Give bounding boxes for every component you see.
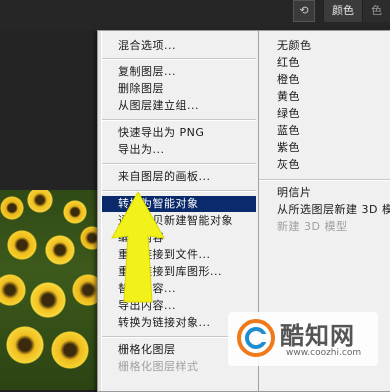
menu-item-group-from-layers[interactable]: 从图层建立组...	[102, 98, 256, 114]
watermark-name: 酷知网	[280, 322, 355, 350]
rotate-icon[interactable]: ⟲	[293, 0, 315, 22]
menu-item-orange[interactable]: 橙色	[259, 72, 390, 88]
coozhi-logo-icon	[237, 319, 275, 357]
tab-color[interactable]: 颜色	[323, 0, 362, 22]
menu-item-new-3d-from-layer[interactable]: 从所选图层新建 3D 模	[259, 202, 390, 218]
menu-item-blue[interactable]: 蓝色	[259, 123, 390, 139]
menu-item-green[interactable]: 绿色	[259, 106, 390, 122]
menu-separator	[102, 58, 256, 60]
panel-tabs: ⟲ 颜色 色	[293, 0, 390, 22]
menu-item-no-color[interactable]: 无颜色	[259, 38, 390, 54]
photoshop-top-bar: ⟲ 颜色 色	[0, 0, 390, 30]
menu-item-yellow[interactable]: 黄色	[259, 89, 390, 105]
menu-item-export-as[interactable]: 导出为...	[102, 142, 256, 158]
menu-item-delete-layer[interactable]: 删除图层	[102, 81, 256, 97]
sunflower-image	[0, 190, 104, 390]
tab-swatches[interactable]: 色	[362, 0, 390, 22]
menu-separator	[102, 163, 256, 165]
yellow-arrow-icon	[111, 190, 165, 303]
menu-item-gray[interactable]: 灰色	[259, 157, 390, 173]
menu-item-blending-options[interactable]: 混合选项...	[102, 38, 256, 54]
watermark: 酷知网 www.coozhi.com	[228, 312, 378, 366]
menu-item-new-3d-model: 新建 3D 模型	[277, 220, 348, 233]
menu-item-red[interactable]: 红色	[259, 55, 390, 71]
menu-item-artboard-from-layers[interactable]: 来自图层的画板...	[102, 169, 256, 185]
menu-separator	[102, 119, 256, 121]
menu-item-duplicate-layer[interactable]: 复制图层...	[102, 64, 256, 80]
menu-item-postcard[interactable]: 明信片	[259, 185, 390, 201]
menu-separator	[259, 179, 390, 181]
menu-item-violet[interactable]: 紫色	[259, 140, 390, 156]
watermark-url: www.coozhi.com	[286, 348, 362, 358]
menu-item-quick-export-png[interactable]: 快速导出为 PNG	[102, 125, 256, 141]
canvas-background	[0, 30, 104, 190]
